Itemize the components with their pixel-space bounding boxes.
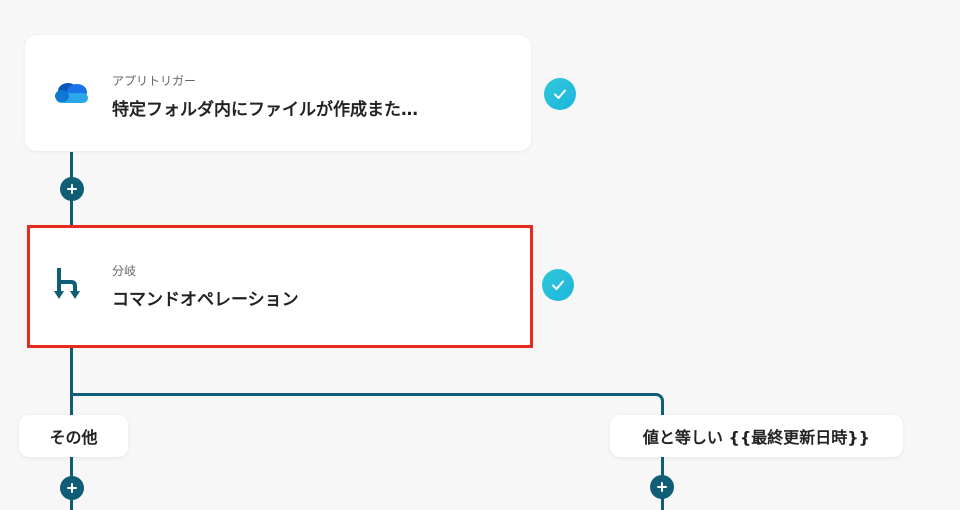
- add-step-button-else[interactable]: [60, 476, 84, 500]
- connector-line-branch-horizontal: [70, 393, 656, 396]
- add-step-button-condition[interactable]: [650, 475, 674, 499]
- trigger-check-icon: [544, 78, 576, 110]
- connector-line-branch-stem: [70, 346, 73, 416]
- trigger-title: 特定フォルダ内にファイルが作成また…: [112, 100, 418, 120]
- onedrive-cloud-icon: [52, 79, 90, 107]
- trigger-card[interactable]: アプリトリガー 特定フォルダ内にファイルが作成また…: [25, 35, 531, 151]
- branch-else-label[interactable]: その他: [19, 415, 128, 457]
- add-step-button-1[interactable]: [60, 177, 84, 201]
- trigger-subtitle: アプリトリガー: [112, 74, 197, 88]
- branch-condition-label[interactable]: 値と等しい {{最終更新日時}}: [610, 415, 903, 457]
- highlight-frame: [27, 225, 533, 348]
- branch-check-icon: [542, 269, 574, 301]
